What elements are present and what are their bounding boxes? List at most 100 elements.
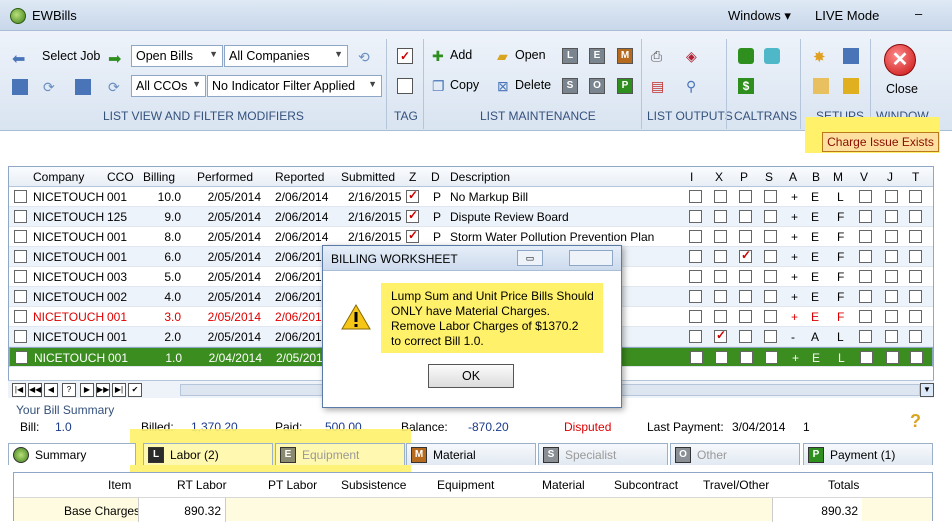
- header-description[interactable]: Description: [450, 170, 510, 184]
- row-checkbox[interactable]: [14, 210, 27, 223]
- caltrans-book-icon[interactable]: [738, 48, 754, 64]
- tab-payment[interactable]: P Payment (1): [803, 443, 933, 465]
- tab-labor[interactable]: L Labor (2): [143, 443, 273, 465]
- j-checkbox[interactable]: [885, 230, 898, 243]
- v-checkbox[interactable]: [859, 310, 872, 323]
- caltrans-monitor-icon[interactable]: [764, 48, 780, 64]
- x-checkbox[interactable]: [714, 310, 727, 323]
- p-checkbox[interactable]: [739, 248, 752, 263]
- tab-material[interactable]: M Material: [406, 443, 536, 465]
- i-checkbox[interactable]: [689, 290, 702, 303]
- j-checkbox[interactable]: [885, 210, 898, 223]
- table-row[interactable]: NICETOUCH 125 9.0 2/05/2014 2/06/2014 2/16/20…: [9, 207, 933, 227]
- header-z[interactable]: Z: [409, 170, 416, 184]
- v-checkbox[interactable]: [859, 290, 872, 303]
- nav-next-page-icon[interactable]: ▶▶: [96, 383, 110, 397]
- nav-help-icon[interactable]: ?: [62, 383, 76, 397]
- p-checkbox[interactable]: [739, 190, 752, 203]
- scroll-down-icon[interactable]: ▼: [920, 383, 934, 397]
- i-checkbox[interactable]: [689, 190, 702, 203]
- v-checkbox[interactable]: [859, 210, 872, 223]
- refresh-icon[interactable]: ⟲: [358, 49, 374, 65]
- i-checkbox[interactable]: [689, 250, 702, 263]
- x-checkbox[interactable]: [714, 270, 727, 283]
- copy-button[interactable]: Copy: [450, 78, 479, 92]
- x-checkbox[interactable]: [714, 250, 727, 263]
- i-checkbox[interactable]: [689, 310, 702, 323]
- help-icon[interactable]: ?: [910, 411, 921, 432]
- payment-letter-button[interactable]: P: [617, 78, 633, 94]
- dialog-close-button[interactable]: [569, 250, 613, 266]
- j-checkbox[interactable]: [885, 330, 898, 343]
- windows-menu[interactable]: Windows ▾: [728, 8, 791, 24]
- header-company[interactable]: Company: [33, 170, 84, 184]
- table-row[interactable]: NICETOUCH 001 10.0 2/05/2014 2/06/2014 2/16/2…: [9, 187, 933, 207]
- j-checkbox[interactable]: [885, 250, 898, 263]
- j-checkbox[interactable]: [885, 190, 898, 203]
- grid-view-2-icon[interactable]: [75, 79, 91, 95]
- tag-checked-icon[interactable]: ✓: [397, 48, 413, 64]
- x-checkbox[interactable]: [714, 190, 727, 203]
- header-m[interactable]: M: [833, 170, 843, 184]
- close-icon[interactable]: ✕: [884, 44, 916, 76]
- header-billing[interactable]: Billing: [143, 170, 175, 184]
- p-checkbox[interactable]: [739, 310, 752, 323]
- x-checkbox[interactable]: [714, 230, 727, 243]
- v-checkbox[interactable]: [859, 230, 872, 243]
- indicator-filter-select[interactable]: No Indicator Filter Applied ▼: [207, 75, 382, 97]
- bill-status-select[interactable]: Open Bills ▼: [131, 45, 223, 67]
- t-checkbox[interactable]: [909, 250, 922, 263]
- x-checkbox[interactable]: [715, 351, 728, 364]
- row-checkbox[interactable]: [14, 310, 27, 323]
- v-checkbox[interactable]: [859, 190, 872, 203]
- folder-icon[interactable]: [843, 78, 859, 94]
- j-checkbox[interactable]: [886, 351, 899, 364]
- t-checkbox[interactable]: [909, 310, 922, 323]
- row-checkbox[interactable]: [14, 290, 27, 303]
- i-checkbox[interactable]: [689, 270, 702, 283]
- header-j[interactable]: J: [887, 170, 893, 184]
- nav-last-icon[interactable]: ▶|: [112, 383, 126, 397]
- nav-next-icon[interactable]: ▶: [80, 383, 94, 397]
- x-checkbox[interactable]: [714, 290, 727, 303]
- s-checkbox[interactable]: [764, 250, 777, 263]
- s-checkbox[interactable]: [764, 270, 777, 283]
- gear-icon[interactable]: ✸: [813, 48, 829, 66]
- row-checkbox[interactable]: [14, 330, 27, 343]
- t-checkbox[interactable]: [909, 230, 922, 243]
- header-reported[interactable]: Reported: [275, 170, 324, 184]
- ok-button[interactable]: OK: [428, 364, 514, 388]
- header-v[interactable]: V: [860, 170, 868, 184]
- z-checkbox[interactable]: [406, 208, 419, 223]
- i-checkbox[interactable]: [689, 230, 702, 243]
- sync-icon[interactable]: ⟳: [43, 79, 59, 95]
- p-checkbox[interactable]: [739, 290, 752, 303]
- j-checkbox[interactable]: [885, 270, 898, 283]
- header-submitted[interactable]: Submitted: [341, 170, 395, 184]
- p-checkbox[interactable]: [739, 270, 752, 283]
- header-t[interactable]: T: [912, 170, 919, 184]
- specialist-letter-button[interactable]: S: [562, 78, 578, 94]
- back-arrow-icon[interactable]: ⬅: [12, 49, 28, 68]
- tab-other[interactable]: O Other: [670, 443, 800, 465]
- report-icon[interactable]: ▤: [651, 78, 667, 94]
- add-button[interactable]: Add: [450, 48, 472, 62]
- s-checkbox[interactable]: [764, 290, 777, 303]
- equipment-letter-button[interactable]: E: [589, 48, 605, 64]
- t-checkbox[interactable]: [909, 330, 922, 343]
- grid-view-icon[interactable]: [12, 79, 28, 95]
- header-cco[interactable]: CCO: [107, 170, 134, 184]
- nav-post-icon[interactable]: ✔: [128, 383, 142, 397]
- export-icon[interactable]: ◈: [686, 48, 702, 64]
- other-letter-button[interactable]: O: [589, 78, 605, 94]
- header-x[interactable]: X: [715, 170, 723, 184]
- tag-unchecked-icon[interactable]: [397, 78, 413, 94]
- setups-books-icon[interactable]: [843, 48, 859, 64]
- table-row[interactable]: NICETOUCH 001 8.0 2/05/2014 2/06/2014 2/16/20…: [9, 227, 933, 247]
- z-checkbox[interactable]: [406, 228, 419, 243]
- row-checkbox[interactable]: [14, 230, 27, 243]
- t-checkbox[interactable]: [909, 270, 922, 283]
- tab-specialist[interactable]: S Specialist: [538, 443, 668, 465]
- company-select[interactable]: All Companies ▼: [224, 45, 348, 67]
- j-checkbox[interactable]: [885, 290, 898, 303]
